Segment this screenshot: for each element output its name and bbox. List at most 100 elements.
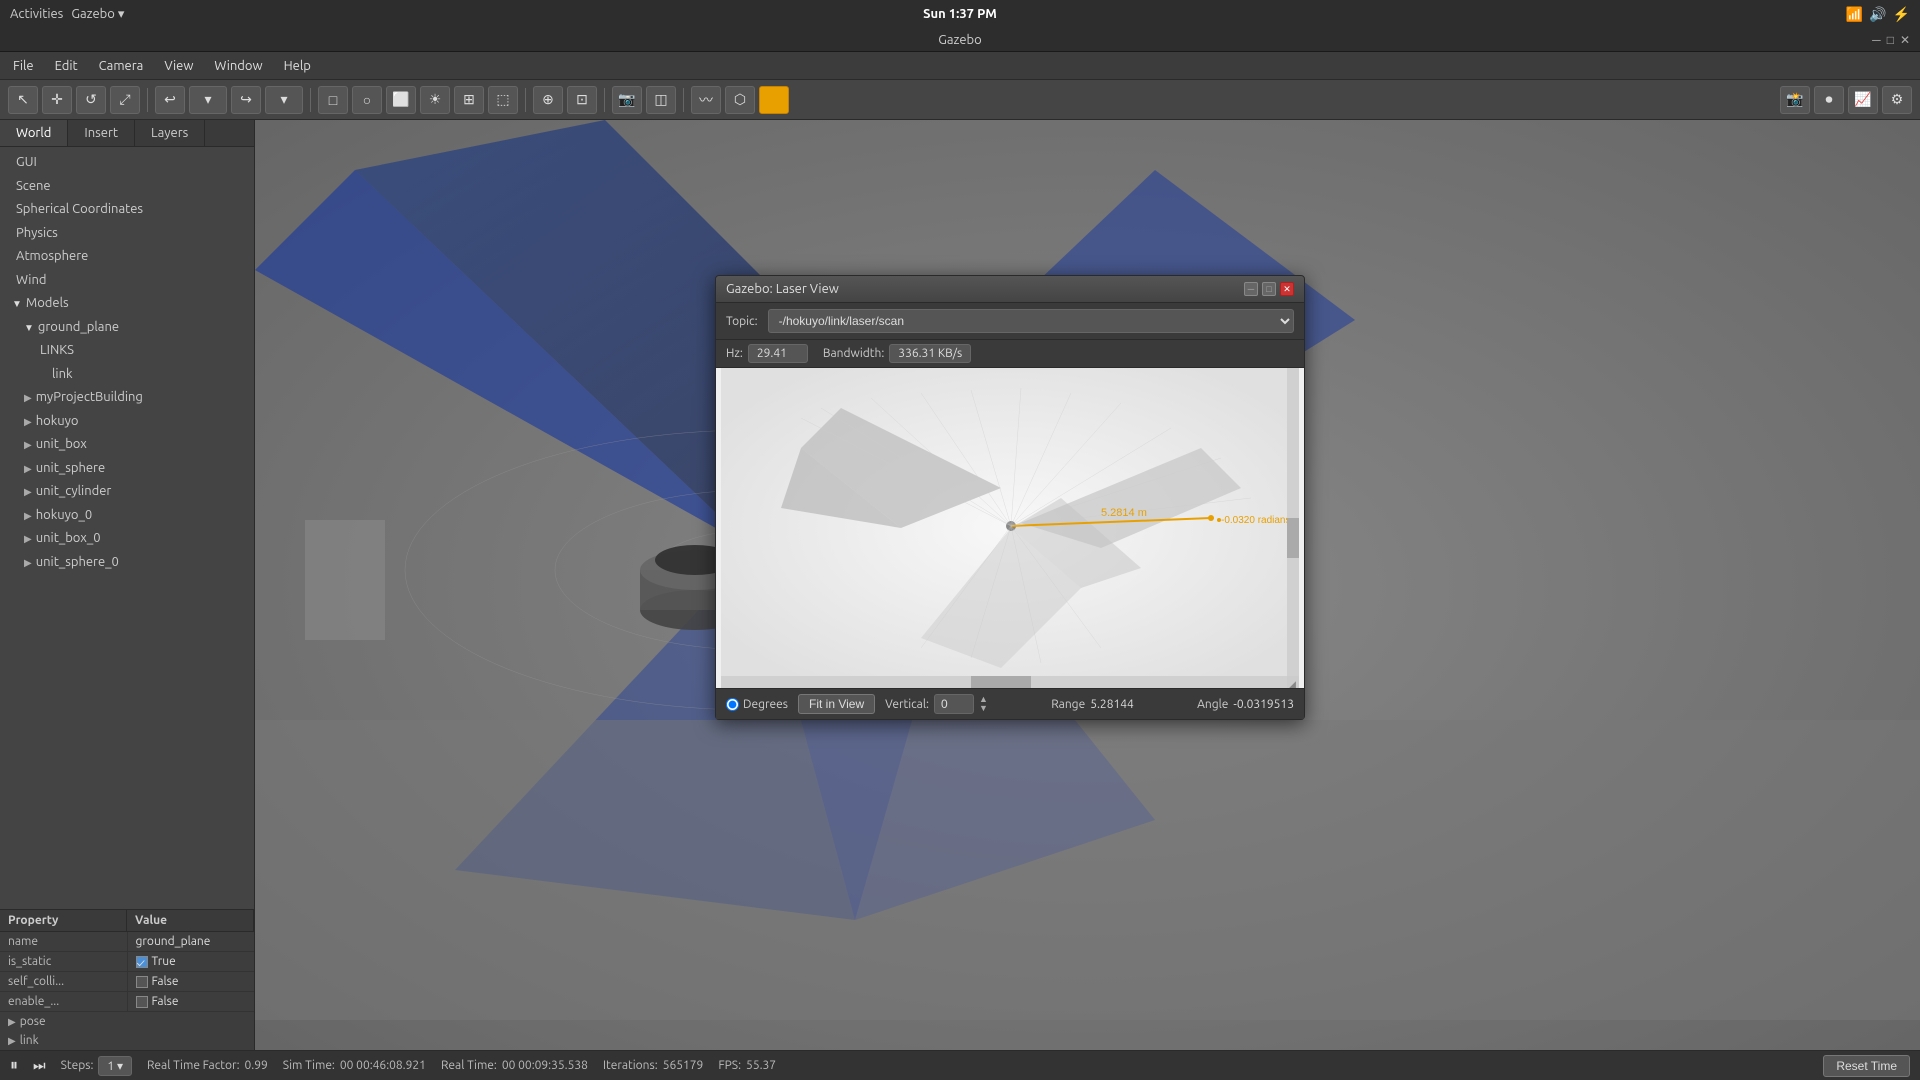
- stats-btn[interactable]: 〰: [691, 86, 721, 114]
- tab-insert[interactable]: Insert: [68, 120, 135, 146]
- tree-unit-cylinder[interactable]: ▶unit_cylinder: [0, 480, 254, 504]
- align-btn[interactable]: ⊡: [567, 86, 597, 114]
- undo-btn[interactable]: ↩: [155, 86, 185, 114]
- redo-btn[interactable]: ↪: [231, 86, 261, 114]
- select-tool[interactable]: ↖: [8, 86, 38, 114]
- menu-help[interactable]: Help: [276, 56, 319, 76]
- laser-scan-view: 5.2814 m -0.0320 radians: [716, 368, 1304, 688]
- menu-file[interactable]: File: [5, 56, 42, 76]
- prop-row-selfcoll: self_colli... False: [0, 972, 254, 992]
- prop-val-enable[interactable]: False: [128, 992, 255, 1011]
- vertical-input[interactable]: [934, 694, 974, 714]
- cylinder-btn[interactable]: ⬜: [386, 86, 416, 114]
- snap-btn[interactable]: ⊕: [533, 86, 563, 114]
- scale-tool[interactable]: ⤢: [110, 86, 140, 114]
- camera-btn[interactable]: 📷: [612, 86, 642, 114]
- tab-world[interactable]: World: [0, 120, 68, 146]
- is-static-label: True: [152, 955, 176, 968]
- close-btn[interactable]: ✕: [1900, 33, 1910, 47]
- menu-edit[interactable]: Edit: [47, 56, 86, 76]
- tree-wind[interactable]: Wind: [0, 269, 254, 293]
- status-bar: ⏸ ⏭ Steps: 1 ▾ Real Time Factor: 0.99 Si…: [0, 1050, 1920, 1080]
- vertical-down[interactable]: ▼: [979, 704, 988, 713]
- tab-layers[interactable]: Layers: [135, 120, 205, 146]
- uc-arrow: ▶: [24, 484, 32, 499]
- tree-models[interactable]: ▼Models: [0, 292, 254, 316]
- tree-unit-sphere[interactable]: ▶unit_sphere: [0, 457, 254, 481]
- rtf-value: 0.99: [245, 1059, 268, 1072]
- laser-dialog-titlebar: Gazebo: Laser View ─ □ ✕: [716, 276, 1304, 303]
- activities-btn[interactable]: Activities: [10, 7, 63, 21]
- tree-physics[interactable]: Physics: [0, 222, 254, 246]
- topic-dropdown[interactable]: -/hokuyo/link/laser/scan: [768, 309, 1294, 333]
- menu-camera[interactable]: Camera: [91, 56, 152, 76]
- sim-time-field: Sim Time: 00 00:46:08.921: [283, 1059, 426, 1072]
- minimize-btn[interactable]: ─: [1872, 33, 1881, 47]
- tree-scene[interactable]: Scene: [0, 175, 254, 199]
- prop-val-name[interactable]: ground_plane: [128, 932, 255, 951]
- menu-window[interactable]: Window: [206, 56, 270, 76]
- redo-dropdown[interactable]: ▾: [265, 86, 303, 114]
- light-btn[interactable]: ☀: [420, 86, 450, 114]
- maximize-btn[interactable]: □: [1887, 33, 1894, 47]
- prop-val-isstatic[interactable]: ✓ True: [128, 952, 255, 971]
- tree-unit-box[interactable]: ▶unit_box: [0, 433, 254, 457]
- system-bar: Activities Gazebo ▾ Sun 1:37 PM 📶 🔊 ⚡: [0, 0, 1920, 28]
- gp-arrow: ▼: [24, 320, 34, 335]
- tree-spherical[interactable]: Spherical Coordinates: [0, 198, 254, 222]
- cloud-btn[interactable]: ⬡: [725, 86, 755, 114]
- is-static-checkbox[interactable]: ✓: [136, 956, 148, 968]
- mesh-btn[interactable]: ⊞: [454, 86, 484, 114]
- laser-dialog-minimize[interactable]: ─: [1244, 282, 1258, 296]
- self-coll-checkbox[interactable]: [136, 976, 148, 988]
- topic-label: Topic:: [726, 315, 758, 328]
- tree-hokuyo-0[interactable]: ▶hokuyo_0: [0, 504, 254, 528]
- 3d-viewport[interactable]: Gazebo: Laser View ─ □ ✕ Topic: -/hokuyo…: [255, 120, 1920, 1050]
- screenshot-btn[interactable]: 📸: [1780, 86, 1810, 114]
- bandwidth-field: Bandwidth: 336.31 KB/s: [823, 344, 971, 363]
- fit-in-view-btn[interactable]: Fit in View: [798, 694, 875, 714]
- tree-link[interactable]: link: [0, 363, 254, 387]
- undo-dropdown[interactable]: ▾: [189, 86, 227, 114]
- step-btn[interactable]: ⏭: [33, 1057, 46, 1074]
- laser-dialog-restore[interactable]: □: [1262, 282, 1276, 296]
- svg-text:◢: ◢: [1289, 679, 1296, 688]
- tree-mybuilding[interactable]: ▶myProjectBuilding: [0, 386, 254, 410]
- record-btn[interactable]: ⏺: [1814, 86, 1844, 114]
- range-label: Range: [1051, 698, 1085, 711]
- tree-ground-plane[interactable]: ▼ground_plane: [0, 316, 254, 340]
- system-right-icons: 📶 🔊 ⚡: [1846, 6, 1910, 23]
- rtf-field: Real Time Factor: 0.99: [147, 1059, 268, 1072]
- rotate-tool[interactable]: ↺: [76, 86, 106, 114]
- tree-links[interactable]: LINKS: [0, 339, 254, 363]
- graph-btn[interactable]: 📈: [1848, 86, 1878, 114]
- tree-atmosphere[interactable]: Atmosphere: [0, 245, 254, 269]
- select-box-btn[interactable]: ⬚: [488, 86, 518, 114]
- svg-text:-0.0320 radians: -0.0320 radians: [1221, 515, 1291, 526]
- app-menu[interactable]: Gazebo ▾: [71, 7, 124, 22]
- tree-hokuyo[interactable]: ▶hokuyo: [0, 410, 254, 434]
- sep3: [525, 88, 526, 112]
- pause-btn[interactable]: ⏸: [10, 1056, 18, 1075]
- vertical-field: Vertical: ▲ ▼: [885, 694, 988, 714]
- settings-btn[interactable]: ⚙: [1882, 86, 1912, 114]
- degrees-radio-input[interactable]: [726, 698, 739, 711]
- ortho-btn[interactable]: ◫: [646, 86, 676, 114]
- menu-view[interactable]: View: [156, 56, 201, 76]
- orange-btn[interactable]: [759, 86, 789, 114]
- tree-unit-sphere-0[interactable]: ▶unit_sphere_0: [0, 551, 254, 575]
- reset-time-btn[interactable]: Reset Time: [1823, 1055, 1910, 1077]
- enable-checkbox[interactable]: [136, 996, 148, 1008]
- translate-tool[interactable]: ✛: [42, 86, 72, 114]
- laser-view-dialog: Gazebo: Laser View ─ □ ✕ Topic: -/hokuyo…: [715, 275, 1305, 720]
- prop-val-selfcoll[interactable]: False: [128, 972, 255, 991]
- prop-link[interactable]: ▶ link: [0, 1031, 254, 1050]
- box-btn[interactable]: □: [318, 86, 348, 114]
- laser-dialog-close[interactable]: ✕: [1280, 282, 1294, 296]
- tree-unit-box-0[interactable]: ▶unit_box_0: [0, 527, 254, 551]
- sphere-btn[interactable]: ○: [352, 86, 382, 114]
- prop-pose[interactable]: ▶ pose: [0, 1012, 254, 1031]
- prop-name-isstatic: is_static: [0, 952, 128, 971]
- ub0-arrow: ▶: [24, 531, 32, 546]
- tree-gui[interactable]: GUI: [0, 151, 254, 175]
